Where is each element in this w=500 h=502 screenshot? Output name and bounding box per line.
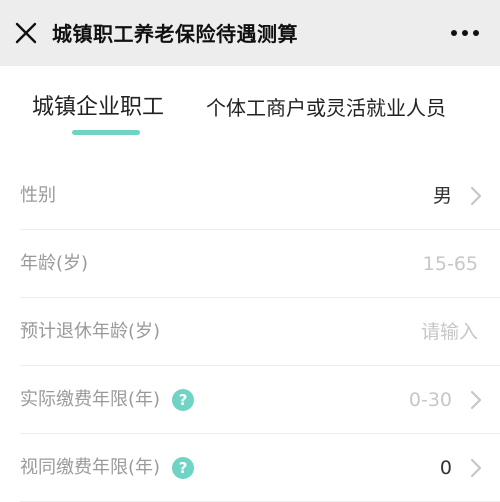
row-label: 实际缴费年限(年) [20, 389, 161, 410]
age-input[interactable]: 15-65 [423, 230, 478, 298]
chevron-right-icon[interactable] [470, 186, 482, 206]
row-label: 视同缴费年限(年) [20, 457, 161, 478]
deemed-contribution-years-value[interactable]: 0 [440, 434, 452, 502]
more-dots-icon[interactable] [450, 24, 480, 42]
form-row-age[interactable]: 年龄(岁) 15-65 [20, 230, 500, 298]
chevron-right-icon[interactable] [470, 390, 482, 410]
row-label: 预计退休年龄(岁) [20, 321, 161, 342]
help-icon[interactable]: ? [172, 457, 195, 479]
gender-value[interactable]: 男 [433, 162, 452, 230]
close-icon[interactable] [14, 21, 38, 45]
form-row-actual-contribution-years[interactable]: 实际缴费年限(年) ? 0-30 [20, 366, 500, 434]
row-label: 性别 [20, 185, 56, 206]
tab-self-employed[interactable]: 个体工商户或灵活就业人员 [206, 90, 446, 126]
form-row-gender[interactable]: 性别 男 [20, 162, 500, 230]
actual-contribution-years-value[interactable]: 0-30 [409, 366, 452, 434]
title-bar: 城镇职工养老保险待遇测算 [0, 0, 500, 66]
tab-urban-employee[interactable]: 城镇企业职工 [32, 90, 164, 126]
row-label: 年龄(岁) [20, 253, 89, 274]
form-row-retirement-age[interactable]: 预计退休年龄(岁) 请输入 [20, 298, 500, 366]
form-row-deemed-contribution-years[interactable]: 视同缴费年限(年) ? 0 [20, 434, 500, 502]
active-tab-indicator [72, 130, 140, 135]
page-title: 城镇职工养老保险待遇测算 [52, 22, 298, 46]
retirement-age-input[interactable]: 请输入 [421, 298, 478, 366]
chevron-right-icon[interactable] [470, 458, 482, 478]
help-icon[interactable]: ? [172, 389, 195, 411]
